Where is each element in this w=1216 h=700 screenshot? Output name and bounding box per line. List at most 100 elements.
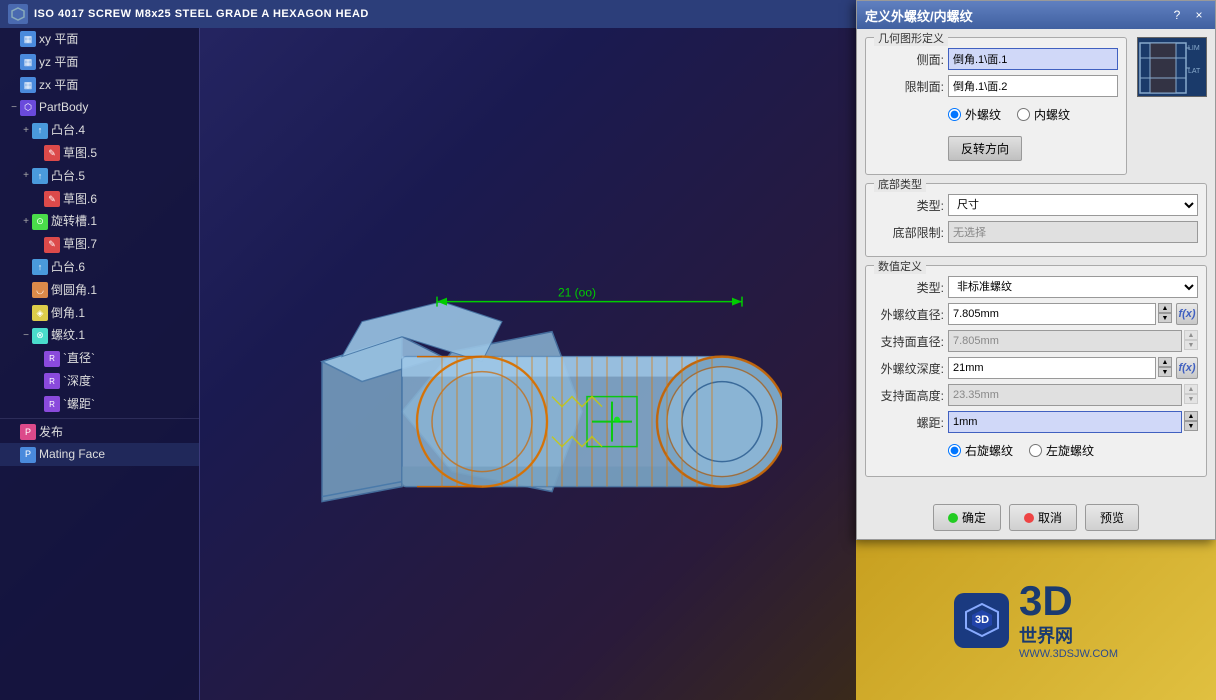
support-height-input xyxy=(948,384,1182,406)
outer-depth-up[interactable]: ▲ xyxy=(1158,357,1172,367)
icon-thread1: ⊗ xyxy=(32,328,48,344)
expand-partbody[interactable]: − xyxy=(8,102,20,114)
thread-definition-dialog: 定义外螺纹/内螺纹 ? × LIM LAT 几何图形定义 侧面: xyxy=(856,0,1216,540)
outer-diam-input[interactable] xyxy=(948,303,1156,325)
dialog-close-button[interactable]: × xyxy=(1191,7,1207,23)
icon-sketch6: ✎ xyxy=(44,191,60,207)
outer-diam-up[interactable]: ▲ xyxy=(1158,303,1172,313)
tree-item-partbody[interactable]: − ⬡ PartBody xyxy=(0,96,199,119)
pitch-down[interactable]: ▼ xyxy=(1184,421,1198,431)
bottom-limit-label: 底部限制: xyxy=(874,224,944,241)
outer-diam-down[interactable]: ▼ xyxy=(1158,313,1172,323)
expand-boss5[interactable]: + xyxy=(20,170,32,182)
tree-item-boss6[interactable]: ↑ 凸台.6 xyxy=(0,256,199,279)
left-hand-radio[interactable]: 左旋螺纹 xyxy=(1029,442,1094,459)
limit-label: 限制面: xyxy=(874,78,944,95)
tree-item-thread1[interactable]: − ⊗ 螺纹.1 xyxy=(0,324,199,347)
expand-thread1[interactable]: − xyxy=(20,330,32,342)
outer-diam-fx-button[interactable]: f(x) xyxy=(1176,303,1198,325)
numeric-type-select[interactable]: 非标准螺纹 xyxy=(948,276,1198,298)
outer-depth-row: 外螺纹深度: ▲ ▼ f(x) xyxy=(874,357,1198,379)
expand-yz xyxy=(8,56,20,68)
right-hand-label: 右旋螺纹 xyxy=(965,442,1013,459)
tree-item-depth[interactable]: R `深度` xyxy=(0,370,199,393)
viewport: ISO 4017 SCREW M8x25 STEEL GRADE A HEXAG… xyxy=(0,0,860,700)
limit-input[interactable] xyxy=(948,75,1118,97)
expand-matingface xyxy=(8,449,20,461)
expand-depth xyxy=(32,375,44,387)
tree-item-diam[interactable]: R `直径` xyxy=(0,347,199,370)
outer-depth-input[interactable] xyxy=(948,357,1156,379)
tree-item-sketch7[interactable]: ✎ 草图.7 xyxy=(0,233,199,256)
outer-depth-fx-button[interactable]: f(x) xyxy=(1176,357,1198,379)
tree-item-fillet1[interactable]: ◡ 倒圆角.1 xyxy=(0,279,199,302)
expand-sketch6 xyxy=(32,193,44,205)
tree-item-boss5[interactable]: + ↑ 凸台.5 xyxy=(0,165,199,188)
sidebar-tree: ▦ xy 平面 ▦ yz 平面 ▦ zx 平面 − ⬡ PartBody + ↑… xyxy=(0,28,200,700)
bottom-limit-input xyxy=(948,221,1198,243)
tree-item-pitch-param[interactable]: R `螺距` xyxy=(0,393,199,416)
svg-text:21 (oo): 21 (oo) xyxy=(558,286,596,300)
pitch-input[interactable] xyxy=(948,411,1182,433)
support-diam-input-group: ▲ ▼ xyxy=(948,330,1198,352)
outer-depth-down[interactable]: ▼ xyxy=(1158,367,1172,377)
pitch-row: 螺距: ▲ ▼ xyxy=(874,411,1198,433)
outer-depth-spinner: ▲ ▼ xyxy=(1158,357,1172,379)
tree-item-boss4[interactable]: + ↑ 凸台.4 xyxy=(0,119,199,142)
lateral-label: 侧面: xyxy=(874,51,944,68)
bottom-limit-row: 底部限制: xyxy=(874,221,1198,243)
external-thread-radio[interactable]: 外螺纹 xyxy=(948,106,1001,123)
expand-diam xyxy=(32,353,44,365)
cancel-button[interactable]: 取消 xyxy=(1009,504,1077,531)
icon-xy-plane: ▦ xyxy=(20,31,36,47)
expand-sketch7 xyxy=(32,239,44,251)
reverse-button[interactable]: 反转方向 xyxy=(948,136,1022,161)
geometry-group-label: 几何图形定义 xyxy=(874,30,948,46)
expand-pitch-param xyxy=(32,398,44,410)
support-height-row: 支持面高度: ▲ ▼ xyxy=(874,384,1198,406)
expand-groove1[interactable]: + xyxy=(20,216,32,228)
title-bar: ISO 4017 SCREW M8x25 STEEL GRADE A HEXAG… xyxy=(0,0,860,28)
lateral-row: 侧面: xyxy=(874,48,1118,70)
outer-diam-label: 外螺纹直径: xyxy=(874,306,944,323)
lateral-input[interactable] xyxy=(948,48,1118,70)
tree-item-xy[interactable]: ▦ xy 平面 xyxy=(0,28,199,51)
dialog-help-button[interactable]: ? xyxy=(1169,7,1185,23)
preview-button[interactable]: 预览 xyxy=(1085,504,1139,531)
support-height-input-group: ▲ ▼ xyxy=(948,384,1198,406)
icon-groove1: ⊙ xyxy=(32,214,48,230)
right-hand-radio[interactable]: 右旋螺纹 xyxy=(948,442,1013,459)
tree-item-yz[interactable]: ▦ yz 平面 xyxy=(0,51,199,74)
icon-yz-plane: ▦ xyxy=(20,54,36,70)
pitch-up[interactable]: ▲ xyxy=(1184,411,1198,421)
tree-item-publish[interactable]: P 发布 xyxy=(0,421,199,444)
expand-xy xyxy=(8,33,20,45)
thread-type-group: 外螺纹 内螺纹 xyxy=(948,106,1070,123)
tree-item-sketch5[interactable]: ✎ 草图.5 xyxy=(0,142,199,165)
handedness-group: 右旋螺纹 左旋螺纹 xyxy=(948,442,1094,459)
bottom-type-group-label: 底部类型 xyxy=(874,176,926,192)
bottom-type-select[interactable]: 尺寸 xyxy=(948,194,1198,216)
limit-row: 限制面: xyxy=(874,75,1118,97)
expand-boss4[interactable]: + xyxy=(20,125,32,137)
tree-item-zx[interactable]: ▦ zx 平面 xyxy=(0,74,199,97)
internal-thread-radio[interactable]: 内螺纹 xyxy=(1017,106,1070,123)
geometry-group: 几何图形定义 侧面: 限制面: 外螺纹 内螺纹 xyxy=(865,37,1127,175)
tree-item-sketch6[interactable]: ✎ 草图.6 xyxy=(0,188,199,211)
expand-sketch5 xyxy=(32,147,44,159)
cancel-label: 取消 xyxy=(1038,509,1062,526)
numeric-group: 数值定义 类型: 非标准螺纹 外螺纹直径: ▲ ▼ f(x) xyxy=(865,265,1207,477)
dialog-title-buttons: ? × xyxy=(1169,7,1207,23)
schema-svg: LIM LAT xyxy=(1138,38,1208,98)
ok-button[interactable]: 确定 xyxy=(933,504,1001,531)
numeric-type-label: 类型: xyxy=(874,279,944,296)
support-diam-row: 支持面直径: ▲ ▼ xyxy=(874,330,1198,352)
3d-view: 21 (oo) 8 (oo) xyxy=(200,28,860,700)
logo-icon-box: 3D xyxy=(954,593,1009,648)
tree-item-chamfer1[interactable]: ◈ 倒角.1 xyxy=(0,302,199,325)
tree-item-matingface[interactable]: P Mating Face xyxy=(0,443,199,466)
handedness-row: 右旋螺纹 左旋螺纹 xyxy=(874,438,1198,463)
tree-item-groove1[interactable]: + ⊙ 旋转槽.1 xyxy=(0,210,199,233)
outer-depth-input-group: ▲ ▼ xyxy=(948,357,1172,379)
logo-url: WWW.3DSJW.COM xyxy=(1019,648,1118,660)
